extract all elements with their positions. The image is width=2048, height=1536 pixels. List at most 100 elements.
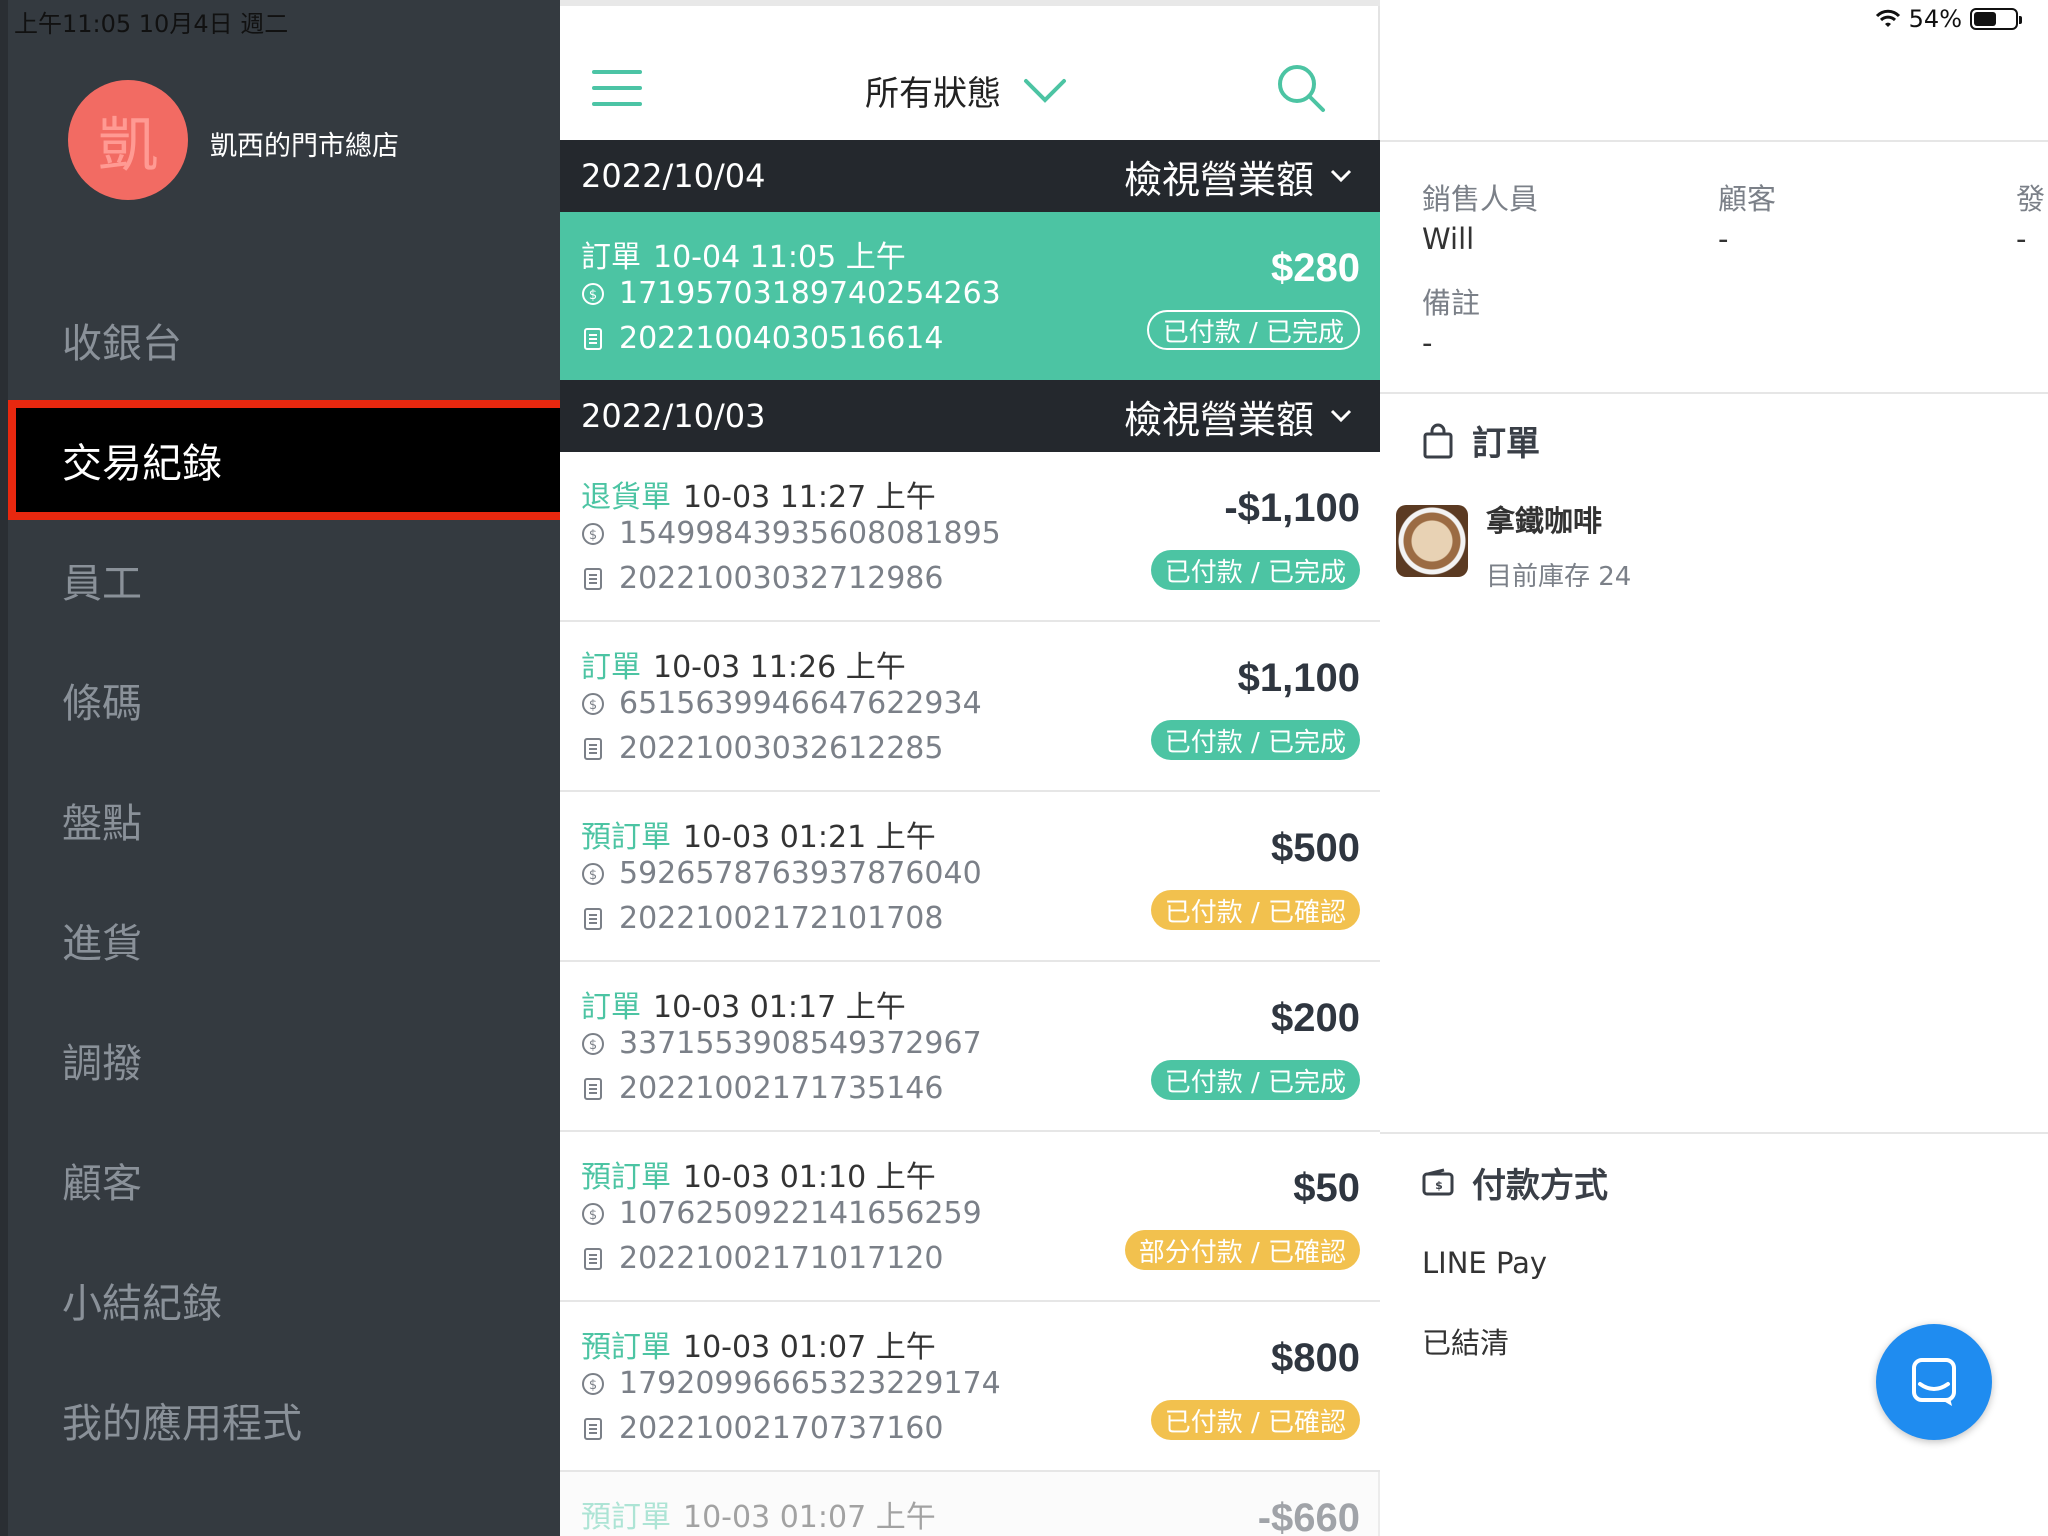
order-number-row: 20221002171735146: [581, 1071, 943, 1106]
date-label: 2022/10/04: [581, 157, 766, 195]
transaction-time: 10-03 01:21 上午: [683, 820, 936, 855]
product-name: 拿鐵咖啡: [1486, 504, 1603, 538]
transaction-amount: -$1,100: [1224, 486, 1360, 530]
date-label: 2022/10/03: [581, 397, 766, 435]
transaction-title: 預訂單 10-03 01:07 上午: [581, 1322, 936, 1366]
status-badge: 已付款 / 已完成: [1150, 1060, 1360, 1100]
chevron-down-icon: [1024, 78, 1066, 103]
customer-value: -: [1718, 222, 1729, 256]
view-revenue-label: 檢視營業額: [1123, 397, 1314, 442]
sidebar-item-barcode[interactable]: 條碼: [8, 640, 568, 760]
divider: [1380, 392, 2048, 394]
store-name: 凱西的門市總店: [210, 131, 399, 162]
svg-text:$: $: [589, 1208, 597, 1223]
transaction-title: 訂單 10-03 11:26 上午: [581, 642, 906, 686]
transaction-amount: -$660: [1257, 1496, 1360, 1536]
transaction-title: 預訂單 10-03 01:10 上午: [581, 1152, 936, 1196]
payment-section-title: $ 付款方式: [1422, 1158, 1608, 1207]
chevron-down-icon: [1330, 409, 1352, 423]
transaction-detail-panel: 銷售人員 Will 顧客 - 發 - 備註 - 訂單 拿鐵咖啡 目前庫存 24 …: [1380, 0, 2048, 1536]
status-filter-dropdown[interactable]: 所有狀態: [865, 66, 1067, 115]
receipt-icon: [584, 1417, 602, 1440]
status-badge: 已付款 / 已完成: [1146, 310, 1360, 350]
order-number: 20221003032612285: [619, 731, 944, 766]
chat-support-button[interactable]: [1876, 1324, 1992, 1440]
receipt-icon: [584, 737, 602, 760]
sidebar-item-staff[interactable]: 員工: [8, 520, 568, 640]
svg-text:$: $: [589, 528, 597, 543]
transaction-amount: $50: [1293, 1166, 1360, 1210]
view-revenue-button[interactable]: 檢視營業額: [1124, 389, 1352, 444]
payment-method: LINE Pay: [1422, 1246, 1548, 1280]
status-indicators: 54%: [1875, 5, 2022, 33]
order-number-row: 20221003032612285: [581, 731, 943, 766]
payment-section-label: 付款方式: [1472, 1166, 1608, 1206]
sidebar-item-cashier[interactable]: 收銀台: [8, 280, 568, 400]
dollar-circle-icon: $: [582, 522, 604, 545]
dollar-circle-icon: $: [582, 692, 604, 715]
menu-icon[interactable]: [592, 70, 642, 106]
search-icon[interactable]: [1275, 62, 1327, 114]
sidebar-item-customers[interactable]: 顧客: [8, 1120, 568, 1240]
sidebar-item-my-apps[interactable]: 我的應用程式: [8, 1360, 568, 1480]
order-section-label: 訂單: [1472, 424, 1540, 464]
svg-text:$: $: [589, 868, 597, 883]
svg-text:$: $: [589, 1378, 597, 1393]
transaction-row[interactable]: 預訂單 10-03 01:07 上午 $ 17920996665323229174…: [560, 1302, 1380, 1472]
transaction-amount: $200: [1271, 996, 1360, 1040]
invoice-label: 發: [2016, 182, 2046, 216]
status-bar: 上午11:05 10月4日 週二 54%: [0, 0, 2048, 40]
sidebar-item-stocktake[interactable]: 盤點: [8, 760, 568, 880]
order-section-title: 訂單: [1422, 416, 1540, 465]
product-stock: 目前庫存 24: [1486, 562, 1632, 592]
sidebar-item-transfer[interactable]: 調撥: [8, 1000, 568, 1120]
transaction-title: 訂單 10-04 11:05 上午: [581, 232, 906, 276]
dollar-circle-icon: $: [582, 1372, 604, 1395]
transaction-row[interactable]: 訂單 10-03 01:17 上午 $ 3371553908549372967 2…: [560, 962, 1380, 1132]
transaction-row[interactable]: 預訂單 10-03 01:10 上午 $ 1076250922141656259 …: [560, 1132, 1380, 1302]
transaction-row[interactable]: 訂單 10-03 11:26 上午 $ 6515639946647622934 2…: [560, 622, 1380, 792]
order-number: 20221002172101708: [619, 901, 944, 936]
svg-text:$: $: [589, 288, 597, 303]
order-number-row: 20221004030516614: [581, 321, 943, 356]
transaction-time: 10-03 01:10 上午: [683, 1160, 936, 1195]
salesperson-label: 銷售人員: [1422, 182, 1539, 216]
status-filter-label: 所有狀態: [865, 74, 1001, 114]
transaction-row[interactable]: 預訂單 10-03 01:07 上午 -$660: [560, 1472, 1380, 1536]
transaction-amount: $280: [1271, 246, 1360, 290]
transaction-time: 10-03 11:27 上午: [683, 480, 936, 515]
transaction-title: 退貨單 10-03 11:27 上午: [581, 472, 936, 516]
transaction-type: 預訂單: [581, 1500, 671, 1535]
sidebar-item-transactions[interactable]: 交易紀錄: [8, 400, 568, 520]
transaction-list-panel: 所有狀態 2022/10/04 檢視營業額 訂單 10-04 11:05 上午 $…: [560, 0, 1380, 1536]
payment-id: 1076250922141656259: [619, 1196, 982, 1231]
order-number: 20221004030516614: [619, 321, 944, 356]
transaction-amount: $500: [1271, 826, 1360, 870]
payment-id-row: $ 17920996665323229174: [581, 1366, 1001, 1401]
transaction-type: 訂單: [581, 990, 641, 1025]
sidebar-item-shift-records[interactable]: 小結紀錄: [8, 1240, 568, 1360]
transaction-row[interactable]: 預訂單 10-03 01:21 上午 $ 5926578763937876040 …: [560, 792, 1380, 962]
product-image: [1396, 505, 1468, 577]
transaction-type: 預訂單: [581, 1330, 671, 1365]
status-badge: 已付款 / 已完成: [1150, 720, 1360, 760]
dollar-circle-icon: $: [582, 1202, 604, 1225]
view-revenue-button[interactable]: 檢視營業額: [1124, 149, 1352, 204]
transaction-type: 預訂單: [581, 820, 671, 855]
shopping-bag-icon: [1423, 423, 1453, 458]
payment-id: 17195703189740254263: [619, 276, 1001, 311]
battery-level-fill: [1974, 12, 1996, 26]
salesperson-value: Will: [1422, 222, 1475, 256]
wifi-icon: [1875, 9, 1900, 27]
date-group-header: 2022/10/04 檢視營業額: [560, 140, 1380, 212]
payment-id-row: $ 6515639946647622934: [581, 686, 982, 721]
transaction-row[interactable]: 訂單 10-04 11:05 上午 $ 17195703189740254263 …: [560, 212, 1380, 382]
order-number: 20221003032712986: [619, 561, 944, 596]
invoice-value: -: [2016, 222, 2027, 256]
avatar[interactable]: 凱: [68, 80, 188, 200]
receipt-icon: [584, 1247, 602, 1270]
status-badge: 已付款 / 已完成: [1150, 550, 1360, 590]
payment-id-row: $ 17195703189740254263: [581, 276, 1001, 311]
sidebar-item-purchase[interactable]: 進貨: [8, 880, 568, 1000]
transaction-row[interactable]: 退貨單 10-03 11:27 上午 $ 15499843935608081895…: [560, 452, 1380, 622]
